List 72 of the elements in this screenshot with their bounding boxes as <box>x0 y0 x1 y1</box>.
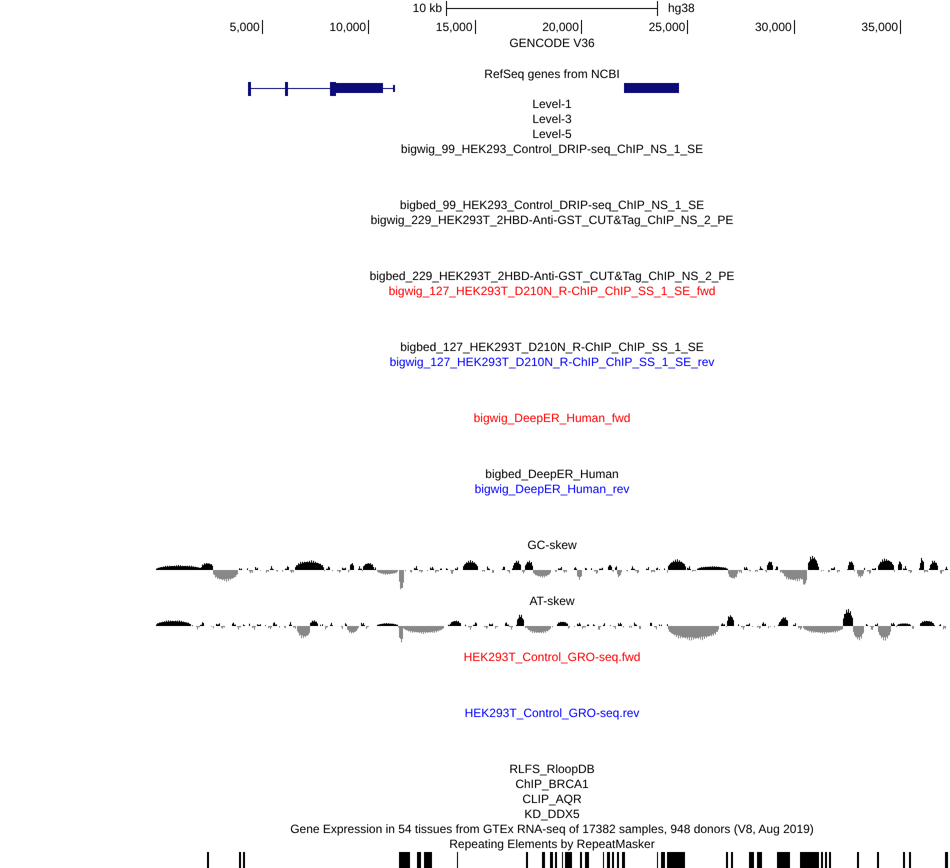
repeat-element-mark <box>800 852 819 868</box>
track-label: GENCODE V36 <box>509 36 595 51</box>
track-label: RLFS_RloopDB <box>509 762 595 777</box>
repeat-element-mark <box>757 852 762 868</box>
track-label: AT-skew <box>529 594 575 609</box>
repeat-element-mark <box>603 852 604 868</box>
ruler-tick-label: 5,000 <box>230 20 263 34</box>
repeat-element-mark <box>243 852 245 868</box>
repeat-element-mark <box>607 852 610 868</box>
repeat-element-mark <box>565 852 572 868</box>
repeat-element-mark <box>903 852 905 868</box>
repeat-element-mark <box>424 852 432 868</box>
track-label: GC-skew <box>527 538 577 553</box>
scale-bar-label: 10 kb <box>412 1 442 16</box>
repeat-element-mark <box>585 852 589 868</box>
repeat-element-mark <box>457 852 458 868</box>
track-label: bigwig_99_HEK293_Control_DRIP-seq_ChIP_NS_1_SE <box>400 142 704 157</box>
repeat-element-mark <box>555 852 557 868</box>
track-label: bigbed_127_HEK293T_D210N_R-ChIP_ChIP_SS_1_SE <box>400 340 704 355</box>
track-label: bigbed_DeepER_Human <box>485 467 619 482</box>
track-label: KD_DDX5 <box>524 807 580 822</box>
repeat-element-mark <box>909 852 911 868</box>
repeat-element-mark <box>777 852 790 868</box>
assembly-label: hg38 <box>668 1 695 16</box>
track-label: Gene Expression in 54 tissues from GTEx RNA-seq of 17382 samples, 948 donors (V8, Aug 2019) <box>290 822 814 837</box>
ruler-tick-label: 30,000 <box>755 20 795 34</box>
repeat-element-mark <box>550 852 553 868</box>
repeat-element-mark <box>617 852 619 868</box>
track-label: ChIP_BRCA1 <box>515 777 589 792</box>
repeat-element-mark <box>612 852 614 868</box>
repeat-element-mark <box>207 852 209 868</box>
track-label: bigwig_127_HEK293T_D210N_R-ChIP_ChIP_SS_1_SE_rev <box>390 355 714 370</box>
repeat-element-mark <box>580 852 582 868</box>
repeat-element-mark <box>667 852 685 868</box>
track-label: RefSeq genes from NCBI <box>484 67 620 82</box>
repeat-element-mark <box>825 852 827 868</box>
repeat-element-mark <box>749 852 754 868</box>
repeat-element-mark <box>945 852 948 868</box>
repeat-element-mark <box>857 852 859 868</box>
ruler-tick-label: 35,000 <box>861 20 902 34</box>
ruler-tick-label: 10,000 <box>329 20 370 34</box>
track-label: Level-5 <box>532 127 572 142</box>
repeat-element-mark <box>622 852 625 868</box>
track-label: CLIP_AQR <box>522 792 582 807</box>
repeat-element-mark <box>562 852 563 868</box>
track-label: bigwig_127_HEK293T_D210N_R-ChIP_ChIP_SS_1_SE_fwd <box>388 284 716 299</box>
track-label: bigbed_99_HEK293_Control_DRIP-seq_ChIP_NS_1_SE <box>400 198 704 213</box>
repeat-element-mark <box>829 852 831 868</box>
repeat-element-mark <box>877 852 879 868</box>
repeat-element-mark <box>821 852 823 868</box>
ruler-tick-label: 20,000 <box>542 20 582 34</box>
track-label: Level-3 <box>532 112 572 127</box>
repeat-element-mark <box>239 852 241 868</box>
ruler-tick-label: 15,000 <box>436 20 476 34</box>
track-label: bigwig_DeepER_Human_fwd <box>474 411 630 426</box>
ruler-tick-label: 25,000 <box>648 20 688 34</box>
repeat-element-mark <box>417 852 421 868</box>
repeat-element-mark <box>731 852 733 868</box>
track-label: HEK293T_Control_GRO-seq.fwd <box>464 650 640 665</box>
repeat-element-mark <box>526 852 528 868</box>
repeat-element-mark <box>661 852 665 868</box>
repeat-element-mark <box>726 852 728 868</box>
track-label: Repeating Elements by RepeatMasker <box>449 837 655 852</box>
track-label: Level-1 <box>532 97 572 112</box>
track-label: bigwig_229_HEK293T_2HBD-Anti-GST_CUT&Tag_ChIP_NS_2_PE <box>370 213 734 228</box>
repeat-element-mark <box>657 852 658 868</box>
track-label: bigwig_DeepER_Human_rev <box>474 482 630 497</box>
track-label: bigbed_229_HEK293T_2HBD-Anti-GST_CUT&Tag_ChIP_NS_2_PE <box>370 269 734 284</box>
repeat-element-mark <box>399 852 410 868</box>
gene-model <box>624 83 679 93</box>
track-label: HEK293T_Control_GRO-seq.rev <box>464 706 640 721</box>
repeat-element-mark <box>542 852 545 868</box>
